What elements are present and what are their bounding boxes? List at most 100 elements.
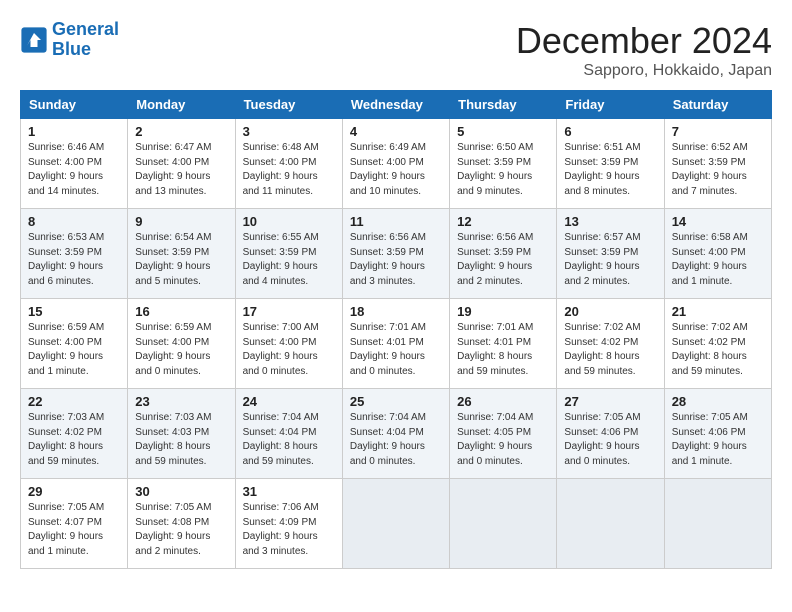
day-info: Sunrise: 7:02 AM Sunset: 4:02 PM Dayligh… — [564, 321, 656, 379]
day-info: Sunrise: 6:55 AM Sunset: 3:59 PM Dayligh… — [243, 231, 335, 289]
day-number: 14 — [672, 214, 764, 229]
day-number: 19 — [457, 304, 549, 319]
day-cell: 26 Sunrise: 7:04 AM Sunset: 4:05 PM Dayli… — [450, 389, 557, 479]
calendar-table: SundayMondayTuesdayWednesdayThursdayFrid… — [20, 90, 772, 569]
col-header-friday: Friday — [557, 91, 664, 119]
day-number: 17 — [243, 304, 335, 319]
day-info: Sunrise: 7:04 AM Sunset: 4:05 PM Dayligh… — [457, 411, 549, 469]
week-row-4: 22Sunrise: 7:03 AM Sunset: 4:02 PM Dayli… — [21, 389, 772, 479]
day-number: 20 — [564, 304, 656, 319]
day-cell — [557, 479, 664, 569]
day-info: Sunrise: 7:05 AM Sunset: 4:06 PM Dayligh… — [672, 411, 764, 469]
day-info: Sunrise: 6:53 AM Sunset: 3:59 PM Dayligh… — [28, 231, 120, 289]
day-cell: 29 Sunrise: 7:05 AM Sunset: 4:07 PM Dayli… — [21, 479, 128, 569]
day-cell: 20 Sunrise: 7:02 AM Sunset: 4:02 PM Dayli… — [557, 299, 664, 389]
day-number: 21 — [672, 304, 764, 319]
day-info: Sunrise: 7:00 AM Sunset: 4:00 PM Dayligh… — [243, 321, 335, 379]
day-number: 31 — [243, 484, 335, 499]
day-number: 9 — [135, 214, 227, 229]
day-cell: 17 Sunrise: 7:00 AM Sunset: 4:00 PM Dayli… — [235, 299, 342, 389]
day-info: Sunrise: 7:03 AM Sunset: 4:02 PM Dayligh… — [28, 411, 120, 469]
week-row-2: 8Sunrise: 6:53 AM Sunset: 3:59 PM Daylig… — [21, 209, 772, 299]
day-number: 13 — [564, 214, 656, 229]
day-info: Sunrise: 7:05 AM Sunset: 4:06 PM Dayligh… — [564, 411, 656, 469]
day-info: Sunrise: 6:58 AM Sunset: 4:00 PM Dayligh… — [672, 231, 764, 289]
day-number: 4 — [350, 124, 442, 139]
day-info: Sunrise: 6:54 AM Sunset: 3:59 PM Dayligh… — [135, 231, 227, 289]
page-header: General Blue December 2024 Sapporo, Hokk… — [20, 20, 772, 80]
day-number: 7 — [672, 124, 764, 139]
day-info: Sunrise: 6:56 AM Sunset: 3:59 PM Dayligh… — [457, 231, 549, 289]
day-cell: 25 Sunrise: 7:04 AM Sunset: 4:04 PM Dayli… — [342, 389, 449, 479]
day-info: Sunrise: 6:49 AM Sunset: 4:00 PM Dayligh… — [350, 141, 442, 199]
day-number: 26 — [457, 394, 549, 409]
day-info: Sunrise: 6:59 AM Sunset: 4:00 PM Dayligh… — [135, 321, 227, 379]
day-info: Sunrise: 6:52 AM Sunset: 3:59 PM Dayligh… — [672, 141, 764, 199]
day-number: 28 — [672, 394, 764, 409]
day-cell: 1Sunrise: 6:46 AM Sunset: 4:00 PM Daylig… — [21, 119, 128, 209]
day-cell: 27 Sunrise: 7:05 AM Sunset: 4:06 PM Dayli… — [557, 389, 664, 479]
day-info: Sunrise: 7:01 AM Sunset: 4:01 PM Dayligh… — [350, 321, 442, 379]
day-cell: 15 Sunrise: 6:59 AM Sunset: 4:00 PM Dayli… — [21, 299, 128, 389]
day-info: Sunrise: 6:47 AM Sunset: 4:00 PM Dayligh… — [135, 141, 227, 199]
day-cell: 11 Sunrise: 6:56 AM Sunset: 3:59 PM Dayli… — [342, 209, 449, 299]
day-info: Sunrise: 7:05 AM Sunset: 4:08 PM Dayligh… — [135, 501, 227, 559]
day-cell: 13 Sunrise: 6:57 AM Sunset: 3:59 PM Dayli… — [557, 209, 664, 299]
header-row: SundayMondayTuesdayWednesdayThursdayFrid… — [21, 91, 772, 119]
day-info: Sunrise: 7:04 AM Sunset: 4:04 PM Dayligh… — [350, 411, 442, 469]
day-number: 12 — [457, 214, 549, 229]
day-info: Sunrise: 6:50 AM Sunset: 3:59 PM Dayligh… — [457, 141, 549, 199]
day-info: Sunrise: 7:06 AM Sunset: 4:09 PM Dayligh… — [243, 501, 335, 559]
day-cell: 10 Sunrise: 6:55 AM Sunset: 3:59 PM Dayli… — [235, 209, 342, 299]
day-cell: 9 Sunrise: 6:54 AM Sunset: 3:59 PM Daylig… — [128, 209, 235, 299]
day-cell: 7 Sunrise: 6:52 AM Sunset: 3:59 PM Daylig… — [664, 119, 771, 209]
day-info: Sunrise: 7:03 AM Sunset: 4:03 PM Dayligh… — [135, 411, 227, 469]
week-row-5: 29 Sunrise: 7:05 AM Sunset: 4:07 PM Dayli… — [21, 479, 772, 569]
day-number: 18 — [350, 304, 442, 319]
day-number: 24 — [243, 394, 335, 409]
title-block: December 2024 Sapporo, Hokkaido, Japan — [516, 20, 772, 80]
day-number: 11 — [350, 214, 442, 229]
day-info: Sunrise: 6:56 AM Sunset: 3:59 PM Dayligh… — [350, 231, 442, 289]
day-cell — [664, 479, 771, 569]
day-number: 15 — [28, 304, 120, 319]
month-title: December 2024 — [516, 20, 772, 62]
location: Sapporo, Hokkaido, Japan — [516, 62, 772, 80]
day-number: 29 — [28, 484, 120, 499]
day-info: Sunrise: 6:59 AM Sunset: 4:00 PM Dayligh… — [28, 321, 120, 379]
day-cell: 18 Sunrise: 7:01 AM Sunset: 4:01 PM Dayli… — [342, 299, 449, 389]
logo-icon — [20, 26, 48, 54]
day-cell: 14 Sunrise: 6:58 AM Sunset: 4:00 PM Dayli… — [664, 209, 771, 299]
day-number: 27 — [564, 394, 656, 409]
day-info: Sunrise: 7:02 AM Sunset: 4:02 PM Dayligh… — [672, 321, 764, 379]
day-info: Sunrise: 6:46 AM Sunset: 4:00 PM Dayligh… — [28, 141, 120, 199]
day-info: Sunrise: 7:05 AM Sunset: 4:07 PM Dayligh… — [28, 501, 120, 559]
day-cell: 30Sunrise: 7:05 AM Sunset: 4:08 PM Dayli… — [128, 479, 235, 569]
day-info: Sunrise: 6:57 AM Sunset: 3:59 PM Dayligh… — [564, 231, 656, 289]
day-cell: 4 Sunrise: 6:49 AM Sunset: 4:00 PM Daylig… — [342, 119, 449, 209]
day-cell: 19 Sunrise: 7:01 AM Sunset: 4:01 PM Dayli… — [450, 299, 557, 389]
day-cell: 22Sunrise: 7:03 AM Sunset: 4:02 PM Dayli… — [21, 389, 128, 479]
day-number: 5 — [457, 124, 549, 139]
day-cell: 28 Sunrise: 7:05 AM Sunset: 4:06 PM Dayli… — [664, 389, 771, 479]
day-info: Sunrise: 6:48 AM Sunset: 4:00 PM Dayligh… — [243, 141, 335, 199]
day-number: 10 — [243, 214, 335, 229]
day-cell: 5 Sunrise: 6:50 AM Sunset: 3:59 PM Daylig… — [450, 119, 557, 209]
col-header-tuesday: Tuesday — [235, 91, 342, 119]
day-info: Sunrise: 7:04 AM Sunset: 4:04 PM Dayligh… — [243, 411, 335, 469]
logo: General Blue — [20, 20, 119, 60]
day-number: 23 — [135, 394, 227, 409]
col-header-monday: Monday — [128, 91, 235, 119]
day-cell: 3 Sunrise: 6:48 AM Sunset: 4:00 PM Daylig… — [235, 119, 342, 209]
day-number: 2 — [135, 124, 227, 139]
col-header-wednesday: Wednesday — [342, 91, 449, 119]
col-header-sunday: Sunday — [21, 91, 128, 119]
day-cell — [450, 479, 557, 569]
day-number: 3 — [243, 124, 335, 139]
day-cell: 2 Sunrise: 6:47 AM Sunset: 4:00 PM Daylig… — [128, 119, 235, 209]
day-cell: 16Sunrise: 6:59 AM Sunset: 4:00 PM Dayli… — [128, 299, 235, 389]
day-info: Sunrise: 7:01 AM Sunset: 4:01 PM Dayligh… — [457, 321, 549, 379]
day-number: 25 — [350, 394, 442, 409]
day-info: Sunrise: 6:51 AM Sunset: 3:59 PM Dayligh… — [564, 141, 656, 199]
day-cell: 21 Sunrise: 7:02 AM Sunset: 4:02 PM Dayli… — [664, 299, 771, 389]
